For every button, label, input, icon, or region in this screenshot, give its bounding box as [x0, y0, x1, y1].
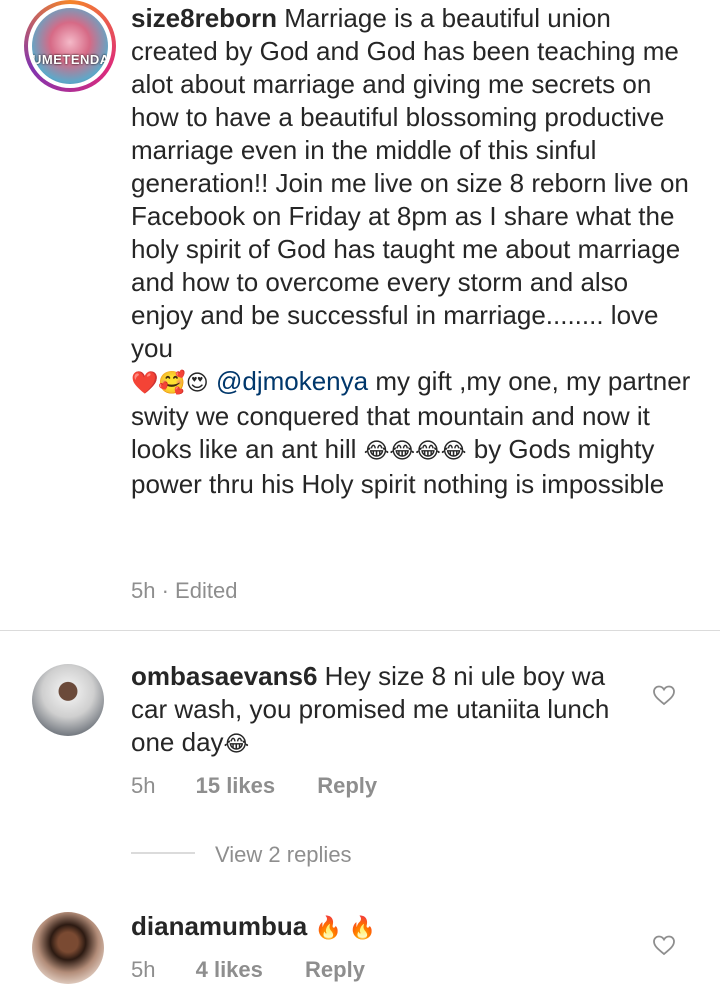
comment-2-likes[interactable]: 4 likes	[196, 957, 263, 982]
caption-username[interactable]: size8reborn	[131, 3, 277, 33]
avatar-dianamumbua[interactable]	[32, 912, 104, 984]
view-replies-line	[131, 852, 195, 854]
heart-outline-icon[interactable]	[652, 683, 676, 707]
view-replies-button[interactable]: View 2 replies	[215, 842, 352, 868]
comment-2-body: dianamumbua 🔥 🔥	[131, 910, 631, 945]
caption-meta-sep: ·	[155, 578, 176, 603]
avatar-size8reborn[interactable]: UMETENDA	[32, 8, 108, 84]
caption-body: size8reborn Marriage is a beautiful unio…	[131, 2, 691, 501]
heart-outline-icon[interactable]	[652, 933, 676, 957]
comment-2-meta: 5h 4 likes Reply	[131, 957, 365, 983]
comment-1-emoji: 😂	[223, 732, 250, 757]
comment-1-reply-button[interactable]: Reply	[317, 773, 377, 798]
comment-2-reply-button[interactable]: Reply	[305, 957, 365, 982]
comment-2-time: 5h	[131, 957, 156, 982]
caption-mention[interactable]: @djmokenya	[216, 366, 368, 396]
caption-emojis-1: ❤️🥰😍	[131, 371, 209, 396]
comment-1-meta: 5h 15 likes Reply	[131, 773, 377, 799]
caption-text: Marriage is a beautiful union created by…	[131, 3, 697, 363]
avatar-ombasaevans6[interactable]	[32, 664, 104, 736]
caption-time: 5h	[131, 578, 156, 603]
caption-edited: Edited	[175, 578, 238, 603]
comment-1-time: 5h	[131, 773, 156, 798]
avatar-label: UMETENDA	[32, 52, 108, 67]
comment-2-emoji: 🔥 🔥	[314, 916, 377, 941]
comment-1-username[interactable]: ombasaevans6	[131, 661, 317, 691]
comment-2-username[interactable]: dianamumbua	[131, 911, 307, 941]
comment-1-body: ombasaevans6 Hey size 8 ni ule boy wa ca…	[131, 660, 631, 761]
caption-divider	[0, 630, 720, 631]
caption-meta: 5h · Edited	[131, 578, 237, 604]
caption-emojis-2: 😂😂😂😂	[363, 439, 467, 464]
comment-1-likes[interactable]: 15 likes	[196, 773, 276, 798]
